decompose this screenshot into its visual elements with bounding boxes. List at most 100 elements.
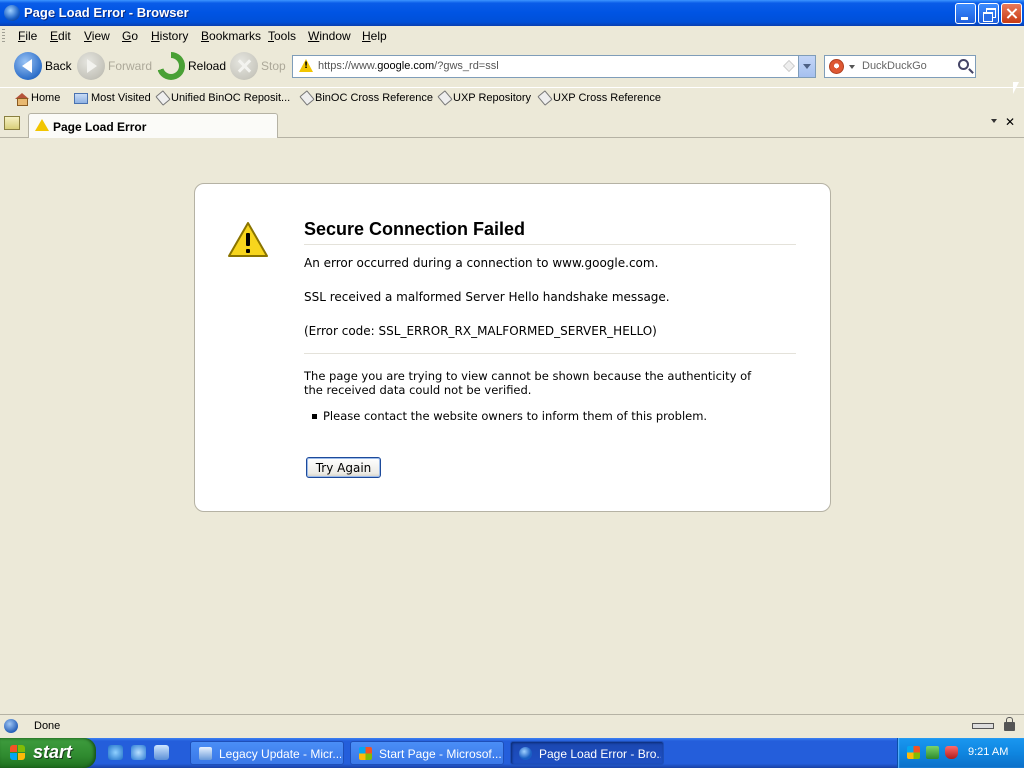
quick-launch-desktop-icon[interactable] <box>154 745 169 760</box>
bullet-icon <box>312 413 317 419</box>
bookmarks-toolbar: Home Most Visited Unified BinOC Reposit.… <box>0 87 1024 109</box>
url-prefix: https://www. <box>318 60 378 72</box>
url-suffix: /?gws_rd=ssl <box>434 60 499 72</box>
menu-tools[interactable]: Tools <box>268 29 296 43</box>
bookmark-label: Most Visited <box>91 92 151 104</box>
back-button[interactable]: Back <box>14 51 72 81</box>
menu-view[interactable]: View <box>84 29 110 43</box>
reload-button[interactable]: Reload <box>157 51 226 81</box>
bookmark-uxp-cross-reference[interactable]: UXP Cross Reference <box>537 90 662 106</box>
reload-label: Reload <box>188 59 227 73</box>
status-bar: Done <box>0 714 1024 738</box>
quick-launch-ie-icon[interactable] <box>131 745 146 760</box>
new-tab-icon[interactable] <box>4 116 20 130</box>
error-description: The page you are trying to view cannot b… <box>304 369 752 397</box>
forward-label: Forward <box>108 59 153 73</box>
status-text: Done <box>34 720 61 732</box>
taskbar-item-page-load-error[interactable]: Page Load Error - Bro... <box>510 741 664 765</box>
browser-logo-icon <box>519 747 532 760</box>
menu-window[interactable]: Window <box>308 29 351 43</box>
windows-logo-icon <box>10 745 27 761</box>
bookmark-star-icon[interactable] <box>783 60 795 72</box>
bookmark-page-icon <box>155 90 171 106</box>
windows-update-icon[interactable] <box>907 746 920 759</box>
minimize-button[interactable] <box>955 3 976 24</box>
menu-edit[interactable]: Edit <box>50 29 71 43</box>
security-shield-icon[interactable] <box>945 746 958 759</box>
folder-icon <box>74 92 88 104</box>
stop-label: Stop <box>261 59 286 73</box>
connection-plug-icon[interactable] <box>972 723 994 729</box>
error-message-line: SSL received a malformed Server Hello ha… <box>304 290 670 304</box>
reload-icon <box>157 52 185 80</box>
duckduckgo-engine-icon[interactable] <box>829 59 844 74</box>
close-tab-icon[interactable]: ✕ <box>1005 115 1015 129</box>
warning-icon <box>35 119 49 131</box>
bookmark-most-visited[interactable]: Most Visited <box>74 92 151 104</box>
quick-launch-browser-icon[interactable] <box>108 745 123 760</box>
windows-taskbar: start Legacy Update - Micr... Start Page… <box>0 738 1024 768</box>
menu-bar: File Edit View Go History Bookmarks Tool… <box>0 26 1024 46</box>
url-text[interactable]: https://www.google.com/?gws_rd=ssl <box>318 60 499 72</box>
start-button[interactable]: start <box>0 738 96 768</box>
error-message-line: An error occurred during a connection to… <box>304 256 659 270</box>
list-all-tabs-icon[interactable] <box>991 119 997 123</box>
search-placeholder[interactable]: DuckDuckGo <box>862 60 927 72</box>
tab-label: Page Load Error <box>53 120 147 134</box>
taskbar-item-legacy-update[interactable]: Legacy Update - Micr... <box>190 741 344 765</box>
url-bar[interactable]: https://www.google.com/?gws_rd=ssl <box>292 55 816 78</box>
close-button[interactable] <box>1001 3 1022 24</box>
status-globe-icon <box>4 719 18 733</box>
bookmark-page-icon <box>537 90 553 106</box>
taskbar-item-start-page[interactable]: Start Page - Microsof... <box>350 741 504 765</box>
menu-help[interactable]: Help <box>362 29 387 43</box>
window-title-bar[interactable]: Page Load Error - Browser <box>0 0 1024 26</box>
restore-button[interactable] <box>978 3 999 24</box>
bookmark-page-icon <box>299 90 315 106</box>
page-content: Secure Connection Failed An error occurr… <box>0 139 1024 713</box>
search-icon[interactable] <box>958 59 969 70</box>
menu-history[interactable]: History <box>151 29 188 43</box>
security-lock-icon[interactable] <box>1004 717 1015 731</box>
taskbar-item-label: Start Page - Microsof... <box>379 747 501 761</box>
try-again-button[interactable]: Try Again <box>306 457 381 478</box>
taskbar-item-label: Page Load Error - Bro... <box>539 747 661 761</box>
navigation-toolbar: Back Forward Reload Stop https://www.goo… <box>0 46 1024 86</box>
error-advice: Please contact the website owners to inf… <box>312 409 707 423</box>
menu-bookmarks[interactable]: Bookmarks <box>201 29 261 43</box>
back-label: Back <box>45 59 72 73</box>
warning-triangle-graphic <box>228 222 268 257</box>
bookmark-binoc-cross-reference[interactable]: BinOC Cross Reference <box>299 90 433 106</box>
bookmark-label: Home <box>31 92 61 104</box>
divider <box>304 353 796 354</box>
bookmark-unified-binoc[interactable]: Unified BinOC Reposit... <box>155 90 290 106</box>
toolbar-grip[interactable] <box>2 29 5 43</box>
home-icon <box>15 92 29 106</box>
bookmark-uxp-repository[interactable]: UXP Repository <box>437 90 531 106</box>
stop-button[interactable]: Stop <box>230 51 286 81</box>
menu-go[interactable]: Go <box>122 29 138 43</box>
forward-button[interactable]: Forward <box>77 51 152 81</box>
start-label: start <box>33 742 73 762</box>
window-title: Page Load Error - Browser <box>24 5 189 20</box>
menu-file[interactable]: File <box>18 29 37 43</box>
error-code: (Error code: SSL_ERROR_RX_MALFORMED_SERV… <box>304 324 657 338</box>
windows-flag-icon <box>359 747 372 760</box>
url-history-dropdown[interactable] <box>798 56 815 77</box>
bookmark-page-icon <box>437 90 453 106</box>
search-bar[interactable]: DuckDuckGo <box>824 55 976 78</box>
network-icon[interactable] <box>926 746 939 759</box>
warning-icon <box>227 221 269 259</box>
bookmark-label: BinOC Cross Reference <box>315 92 433 104</box>
bookmark-label: UXP Cross Reference <box>553 92 662 104</box>
chevron-down-icon[interactable] <box>849 65 855 69</box>
mouse-cursor-icon <box>1013 82 1019 94</box>
window-icon <box>199 747 212 760</box>
forward-arrow-icon <box>77 52 105 80</box>
security-warning-icon[interactable] <box>299 59 313 72</box>
tab-page-load-error[interactable]: Page Load Error <box>28 113 278 138</box>
tab-strip: Page Load Error ✕ <box>0 110 1024 138</box>
bookmark-home[interactable]: Home <box>15 92 61 106</box>
url-host: google.com <box>377 60 435 72</box>
clock[interactable]: 9:21 AM <box>968 746 1008 758</box>
